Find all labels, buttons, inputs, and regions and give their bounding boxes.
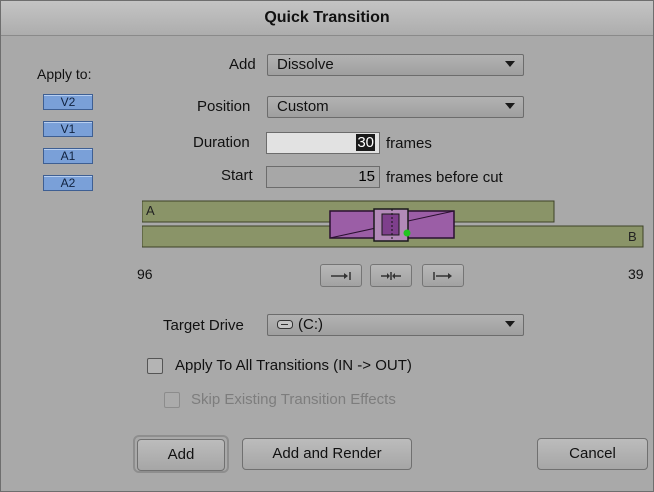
center-on-cut-button[interactable] xyxy=(370,264,412,287)
target-drive-value: (C:) xyxy=(298,316,323,333)
add-and-render-button[interactable]: Add and Render xyxy=(242,438,412,470)
duration-value: 30 xyxy=(356,134,375,151)
duration-label: Duration xyxy=(193,134,250,151)
track-button-a1[interactable]: A1 xyxy=(43,148,93,164)
duration-unit: frames xyxy=(386,135,432,152)
center-on-cut-icon xyxy=(381,271,401,280)
start-value: 15 xyxy=(358,168,375,185)
track-b-label: B xyxy=(628,229,637,244)
window-title: Quick Transition xyxy=(264,9,390,26)
end-at-cut-icon xyxy=(331,271,351,280)
track-button-v2[interactable]: V2 xyxy=(43,94,93,110)
position-marker xyxy=(403,229,411,237)
start-unit: frames before cut xyxy=(386,169,503,186)
right-frame-count: 39 xyxy=(628,266,644,282)
track-a-label: A xyxy=(146,203,155,218)
add-button-focus-ring[interactable]: Add xyxy=(133,435,229,473)
skip-existing-checkbox[interactable] xyxy=(164,392,180,408)
start-at-cut-button[interactable] xyxy=(422,264,464,287)
apply-all-label: Apply To All Transitions (IN -> OUT) xyxy=(175,357,412,374)
transition-handle-inner xyxy=(381,213,400,236)
drive-icon xyxy=(277,320,293,329)
title-bar[interactable]: Quick Transition xyxy=(1,1,653,36)
dropdown-arrow-icon xyxy=(505,103,515,109)
add-effect-select[interactable]: Dissolve xyxy=(267,54,524,76)
apply-to-label: Apply to: xyxy=(37,66,92,82)
track-button-a2[interactable]: A2 xyxy=(43,175,93,191)
dropdown-arrow-icon xyxy=(505,321,515,327)
start-label: Start xyxy=(221,167,253,184)
position-label: Position xyxy=(197,98,251,115)
start-input[interactable]: 15 xyxy=(266,166,380,188)
end-at-cut-button[interactable] xyxy=(320,264,362,287)
duration-input[interactable]: 30 xyxy=(266,132,380,154)
target-drive-select[interactable]: (C:) xyxy=(267,314,524,336)
track-button-v1[interactable]: V1 xyxy=(43,121,93,137)
add-button[interactable]: Add xyxy=(137,439,225,471)
target-drive-label: Target Drive xyxy=(163,317,244,334)
add-label: Add xyxy=(229,56,256,73)
cancel-button[interactable]: Cancel xyxy=(537,438,648,470)
position-select[interactable]: Custom xyxy=(267,96,524,118)
quick-transition-dialog: Quick Transition Apply to: V2 V1 A1 A2 A… xyxy=(0,0,654,492)
skip-existing-label: Skip Existing Transition Effects xyxy=(191,391,396,408)
dropdown-arrow-icon xyxy=(505,61,515,67)
left-frame-count: 96 xyxy=(137,266,153,282)
add-effect-value: Dissolve xyxy=(277,56,334,73)
apply-all-checkbox[interactable] xyxy=(147,358,163,374)
start-at-cut-icon xyxy=(433,271,452,280)
transition-timeline[interactable] xyxy=(142,200,644,250)
position-value: Custom xyxy=(277,98,329,115)
